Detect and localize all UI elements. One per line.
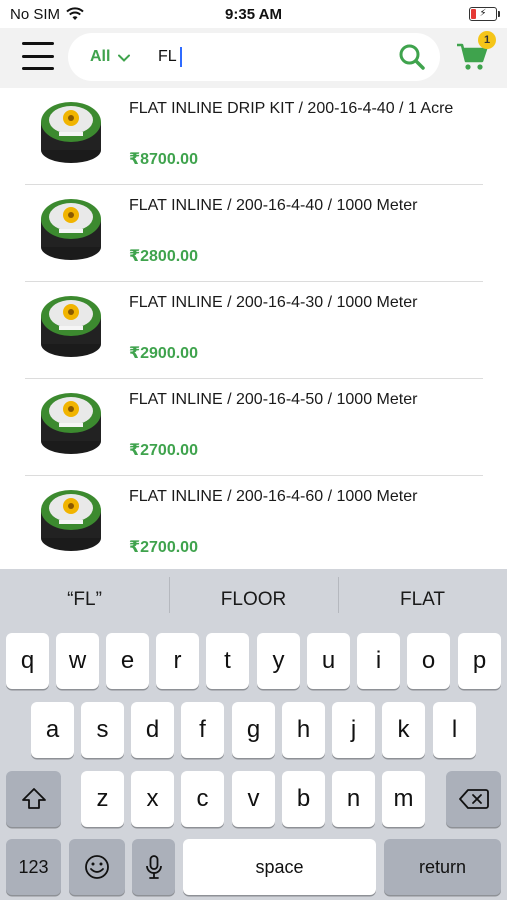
- key-g[interactable]: g: [232, 702, 275, 758]
- product-image: [41, 296, 101, 357]
- key-n[interactable]: n: [332, 771, 375, 827]
- key-f[interactable]: f: [181, 702, 224, 758]
- key-d[interactable]: d: [131, 702, 174, 758]
- app-header: All 1: [0, 28, 507, 88]
- product-image: [41, 199, 101, 260]
- key-o[interactable]: o: [407, 633, 450, 689]
- key-p[interactable]: p: [458, 633, 501, 689]
- key-w[interactable]: w: [56, 633, 99, 689]
- key-c[interactable]: c: [181, 771, 224, 827]
- product-item[interactable]: FLAT INLINE DRIP KIT / 200-16-4-40 / 1 A…: [25, 88, 483, 185]
- product-name: FLAT INLINE / 200-16-4-50 / 1000 Meter: [129, 391, 418, 408]
- product-item[interactable]: FLAT INLINE / 200-16-4-30 / 1000 Meter ₹…: [25, 282, 483, 379]
- key-e[interactable]: e: [106, 633, 149, 689]
- product-item[interactable]: FLAT INLINE / 200-16-4-40 / 1000 Meter ₹…: [25, 185, 483, 282]
- key-v[interactable]: v: [232, 771, 275, 827]
- search-input[interactable]: [158, 37, 390, 77]
- key-h[interactable]: h: [282, 702, 325, 758]
- status-right: ⚡: [327, 7, 500, 21]
- key-z[interactable]: z: [81, 771, 124, 827]
- key-k[interactable]: k: [382, 702, 425, 758]
- key-s[interactable]: s: [81, 702, 124, 758]
- charging-bolt-icon: ⚡: [479, 8, 487, 19]
- product-price: ₹2900.00: [129, 345, 198, 362]
- product-name: FLAT INLINE DRIP KIT / 200-16-4-40 / 1 A…: [129, 100, 454, 117]
- product-name: FLAT INLINE / 200-16-4-40 / 1000 Meter: [129, 197, 418, 214]
- hamburger-menu-icon[interactable]: [22, 42, 54, 70]
- chevron-down-icon: [118, 54, 131, 62]
- status-bar: No SIM 9:35 AM ⚡: [0, 0, 507, 28]
- product-price: ₹2700.00: [129, 539, 198, 556]
- wifi-icon: [66, 7, 84, 20]
- cart-count-badge: 1: [478, 31, 496, 49]
- product-image: [41, 490, 101, 551]
- product-name: FLAT INLINE / 200-16-4-60 / 1000 Meter: [129, 488, 418, 505]
- product-price: ₹2700.00: [129, 442, 198, 459]
- key-i[interactable]: i: [357, 633, 400, 689]
- key-u[interactable]: u: [307, 633, 350, 689]
- battery-level: [471, 9, 477, 19]
- status-left: No SIM: [10, 6, 180, 23]
- emoji-icon: [85, 855, 109, 879]
- backspace-icon: [458, 789, 489, 809]
- product-item[interactable]: FLAT INLINE / 200-16-4-50 / 1000 Meter ₹…: [25, 379, 483, 476]
- shift-arrow-icon: [21, 788, 46, 809]
- category-label: All: [90, 48, 111, 65]
- product-price: ₹8700.00: [129, 151, 198, 168]
- key-b[interactable]: b: [282, 771, 325, 827]
- suggestion-item[interactable]: FLAT: [338, 577, 507, 613]
- key-y[interactable]: y: [257, 633, 300, 689]
- suggestion-item[interactable]: “FL”: [0, 589, 169, 611]
- key-m[interactable]: m: [382, 771, 425, 827]
- key-l[interactable]: l: [433, 702, 476, 758]
- backspace-key[interactable]: [446, 771, 501, 827]
- microphone-icon: [145, 855, 162, 879]
- battery-icon: ⚡: [469, 7, 500, 21]
- search-icon[interactable]: [390, 43, 434, 71]
- key-t[interactable]: t: [206, 633, 249, 689]
- text-cursor: [180, 47, 182, 67]
- product-item[interactable]: FLAT INLINE / 200-16-4-60 / 1000 Meter ₹…: [25, 476, 483, 573]
- status-time: 9:35 AM: [225, 5, 282, 23]
- product-image: [41, 393, 101, 454]
- product-image: [41, 102, 101, 163]
- space-key[interactable]: space: [183, 839, 376, 895]
- on-screen-keyboard: “FL” FLOOR FLAT q w e r t y u i o p a s …: [0, 569, 507, 900]
- suggestion-item[interactable]: FLOOR: [169, 577, 338, 613]
- key-a[interactable]: a: [31, 702, 74, 758]
- suggestion-bar: “FL” FLOOR FLAT: [0, 569, 507, 631]
- return-key[interactable]: return: [384, 839, 501, 895]
- product-name: FLAT INLINE / 200-16-4-30 / 1000 Meter: [129, 294, 418, 311]
- key-q[interactable]: q: [6, 633, 49, 689]
- key-x[interactable]: x: [131, 771, 174, 827]
- emoji-key[interactable]: [69, 839, 125, 895]
- shift-key[interactable]: [6, 771, 61, 827]
- key-j[interactable]: j: [332, 702, 375, 758]
- key-r[interactable]: r: [156, 633, 199, 689]
- search-bar: All: [68, 33, 440, 81]
- category-dropdown[interactable]: All: [68, 48, 158, 66]
- product-price: ₹2800.00: [129, 248, 198, 265]
- carrier-label: No SIM: [10, 5, 61, 23]
- numbers-key[interactable]: 123: [6, 839, 61, 895]
- dictation-key[interactable]: [132, 839, 175, 895]
